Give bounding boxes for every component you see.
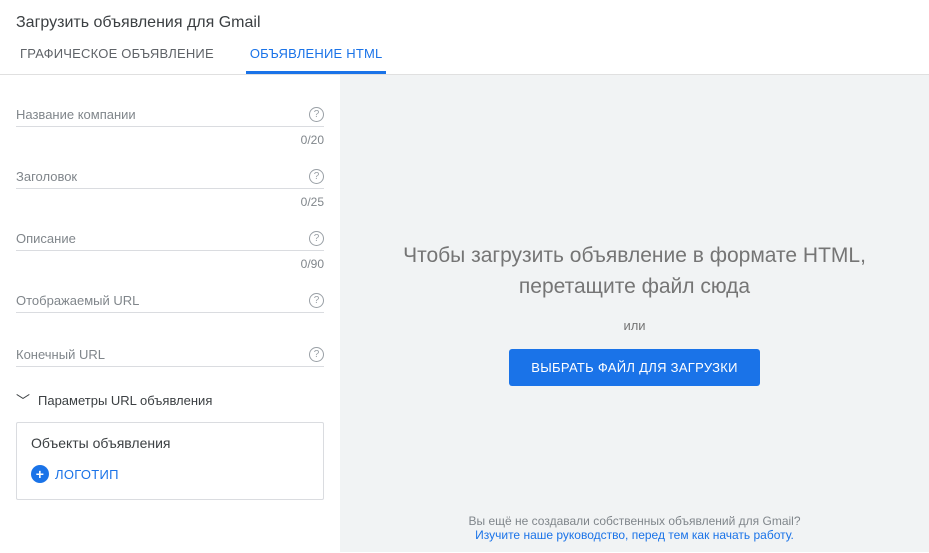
company-name-counter: 0/20: [16, 133, 324, 147]
upload-dropzone[interactable]: Чтобы загрузить объявление в формате HTM…: [340, 75, 929, 552]
select-file-button[interactable]: ВЫБРАТЬ ФАЙЛ ДЛЯ ЗАГРУЗКИ: [509, 349, 760, 386]
help-icon[interactable]: ?: [309, 107, 324, 122]
tab-html-ad[interactable]: ОБЪЯВЛЕНИЕ HTML: [246, 46, 387, 74]
chevron-down-icon: ﹀: [16, 394, 30, 408]
form-panel: Название компании ? 0/20 Заголовок ? 0/2…: [0, 75, 340, 552]
dropzone-or: или: [623, 318, 645, 333]
headline-label: Заголовок: [16, 169, 324, 184]
add-logo-button[interactable]: + ЛОГОТИП: [31, 465, 119, 483]
description-field[interactable]: Описание ?: [16, 231, 324, 251]
url-params-label: Параметры URL объявления: [38, 393, 212, 408]
page-title: Загрузить объявления для Gmail: [16, 14, 913, 32]
company-name-label: Название компании: [16, 107, 324, 122]
final-url-field[interactable]: Конечный URL ?: [16, 347, 324, 367]
company-name-field[interactable]: Название компании ?: [16, 107, 324, 127]
display-url-field[interactable]: Отображаемый URL ?: [16, 293, 324, 313]
description-counter: 0/90: [16, 257, 324, 271]
footer-guide-link[interactable]: Изучите наше руководство, перед тем как …: [340, 528, 929, 542]
help-icon[interactable]: ?: [309, 231, 324, 246]
display-url-label: Отображаемый URL: [16, 293, 324, 308]
ad-assets-box: Объекты объявления + ЛОГОТИП: [16, 422, 324, 500]
help-icon[interactable]: ?: [309, 169, 324, 184]
add-logo-label: ЛОГОТИП: [55, 467, 119, 482]
final-url-label: Конечный URL: [16, 347, 324, 362]
help-icon[interactable]: ?: [309, 293, 324, 308]
tab-graphic-ad[interactable]: ГРАФИЧЕСКОЕ ОБЪЯВЛЕНИЕ: [16, 46, 218, 74]
footer-question: Вы ещё не создавали собственных объявлен…: [340, 514, 929, 528]
description-label: Описание: [16, 231, 324, 246]
footer-note: Вы ещё не создавали собственных объявлен…: [340, 514, 929, 542]
dropzone-instructions: Чтобы загрузить объявление в формате HTM…: [340, 241, 929, 302]
tabs: ГРАФИЧЕСКОЕ ОБЪЯВЛЕНИЕ ОБЪЯВЛЕНИЕ HTML: [16, 46, 913, 74]
headline-counter: 0/25: [16, 195, 324, 209]
plus-icon: +: [31, 465, 49, 483]
ad-assets-title: Объекты объявления: [31, 435, 309, 451]
help-icon[interactable]: ?: [309, 347, 324, 362]
url-params-expander[interactable]: ﹀ Параметры URL объявления: [16, 393, 324, 408]
headline-field[interactable]: Заголовок ?: [16, 169, 324, 189]
